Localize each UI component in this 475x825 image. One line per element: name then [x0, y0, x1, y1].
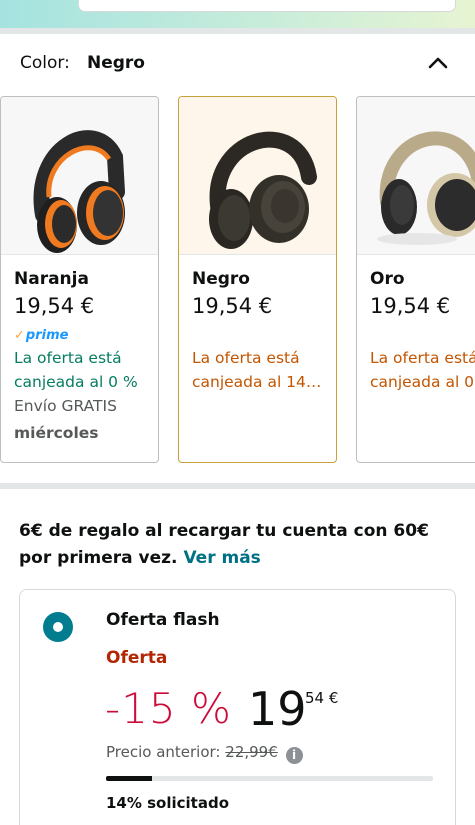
swatch-name: Naranja — [14, 269, 89, 289]
prime-badge: ✓prime — [14, 328, 69, 343]
header-gradient-band — [0, 0, 475, 28]
color-swatch-naranja[interactable]: Naranja 19,54 € ✓prime La oferta está ca… — [0, 96, 159, 463]
claimed-text: 14% solicitado — [106, 794, 230, 812]
section-divider — [0, 483, 475, 489]
radio-selected-icon[interactable] — [43, 612, 73, 642]
swatch-name: Oro — [370, 269, 405, 289]
previous-price-value: 22,99€ — [225, 743, 278, 761]
color-swatch-oro[interactable]: Oro 19,54 € La oferta está canjeada al 0 — [356, 96, 475, 463]
offer-status-line1: La oferta está — [370, 349, 475, 367]
swatch-name: Negro — [192, 269, 250, 289]
deal-badge: Oferta — [106, 648, 168, 668]
deal-title: Oferta flash — [106, 610, 220, 630]
promo-banner: 6€ de regalo al recargar tu cuenta con 6… — [19, 518, 464, 572]
discount-percent: -15 % — [105, 684, 232, 733]
previous-price-label: Precio anterior: — [106, 743, 221, 761]
claimed-progress-fill — [106, 776, 152, 781]
swatch-image — [1, 97, 158, 255]
prime-check-icon: ✓ — [14, 328, 25, 343]
swatch-price: 19,54 € — [370, 294, 451, 318]
headphones-gold-image — [377, 131, 475, 245]
offer-status-line2: canjeada al 0 — [370, 373, 475, 391]
offer-status-line2: canjeada al 0 % — [14, 373, 138, 391]
color-selector-header[interactable]: Color: Negro — [0, 34, 475, 92]
shipping-text: Envío GRATIS — [14, 397, 117, 415]
headphones-orange-image — [33, 130, 125, 253]
color-swatch-negro[interactable]: Negro 19,54 € La oferta está canjeada al… — [178, 96, 337, 463]
swatch-price: 19,54 € — [14, 294, 95, 318]
chevron-up-icon[interactable] — [425, 52, 451, 74]
promo-see-more-link[interactable]: Ver más — [183, 548, 260, 568]
deal-price-fraction: 54 € — [305, 689, 339, 707]
swatch-image — [357, 97, 475, 255]
delivery-day: miércoles — [14, 424, 99, 442]
claimed-progress-bar — [106, 776, 433, 781]
info-icon[interactable]: i — [285, 747, 303, 764]
selected-color-value: Negro — [87, 53, 145, 73]
headphones-black-image — [209, 131, 317, 249]
previous-price-row: Precio anterior: 22,99€ i — [106, 743, 303, 764]
color-label: Color: — [20, 53, 70, 73]
offer-status-line1: La oferta está — [192, 349, 300, 367]
offer-status-line1: La oferta está — [14, 349, 122, 367]
swatch-price: 19,54 € — [192, 294, 273, 318]
deal-price-whole: 19 — [248, 682, 307, 736]
search-bar[interactable] — [78, 0, 456, 12]
offer-status-line2: canjeada al 14… — [192, 373, 322, 391]
swatch-image — [179, 97, 336, 255]
flash-deal-option[interactable]: Oferta flash Oferta -15 % 19 54 € Precio… — [19, 589, 456, 825]
